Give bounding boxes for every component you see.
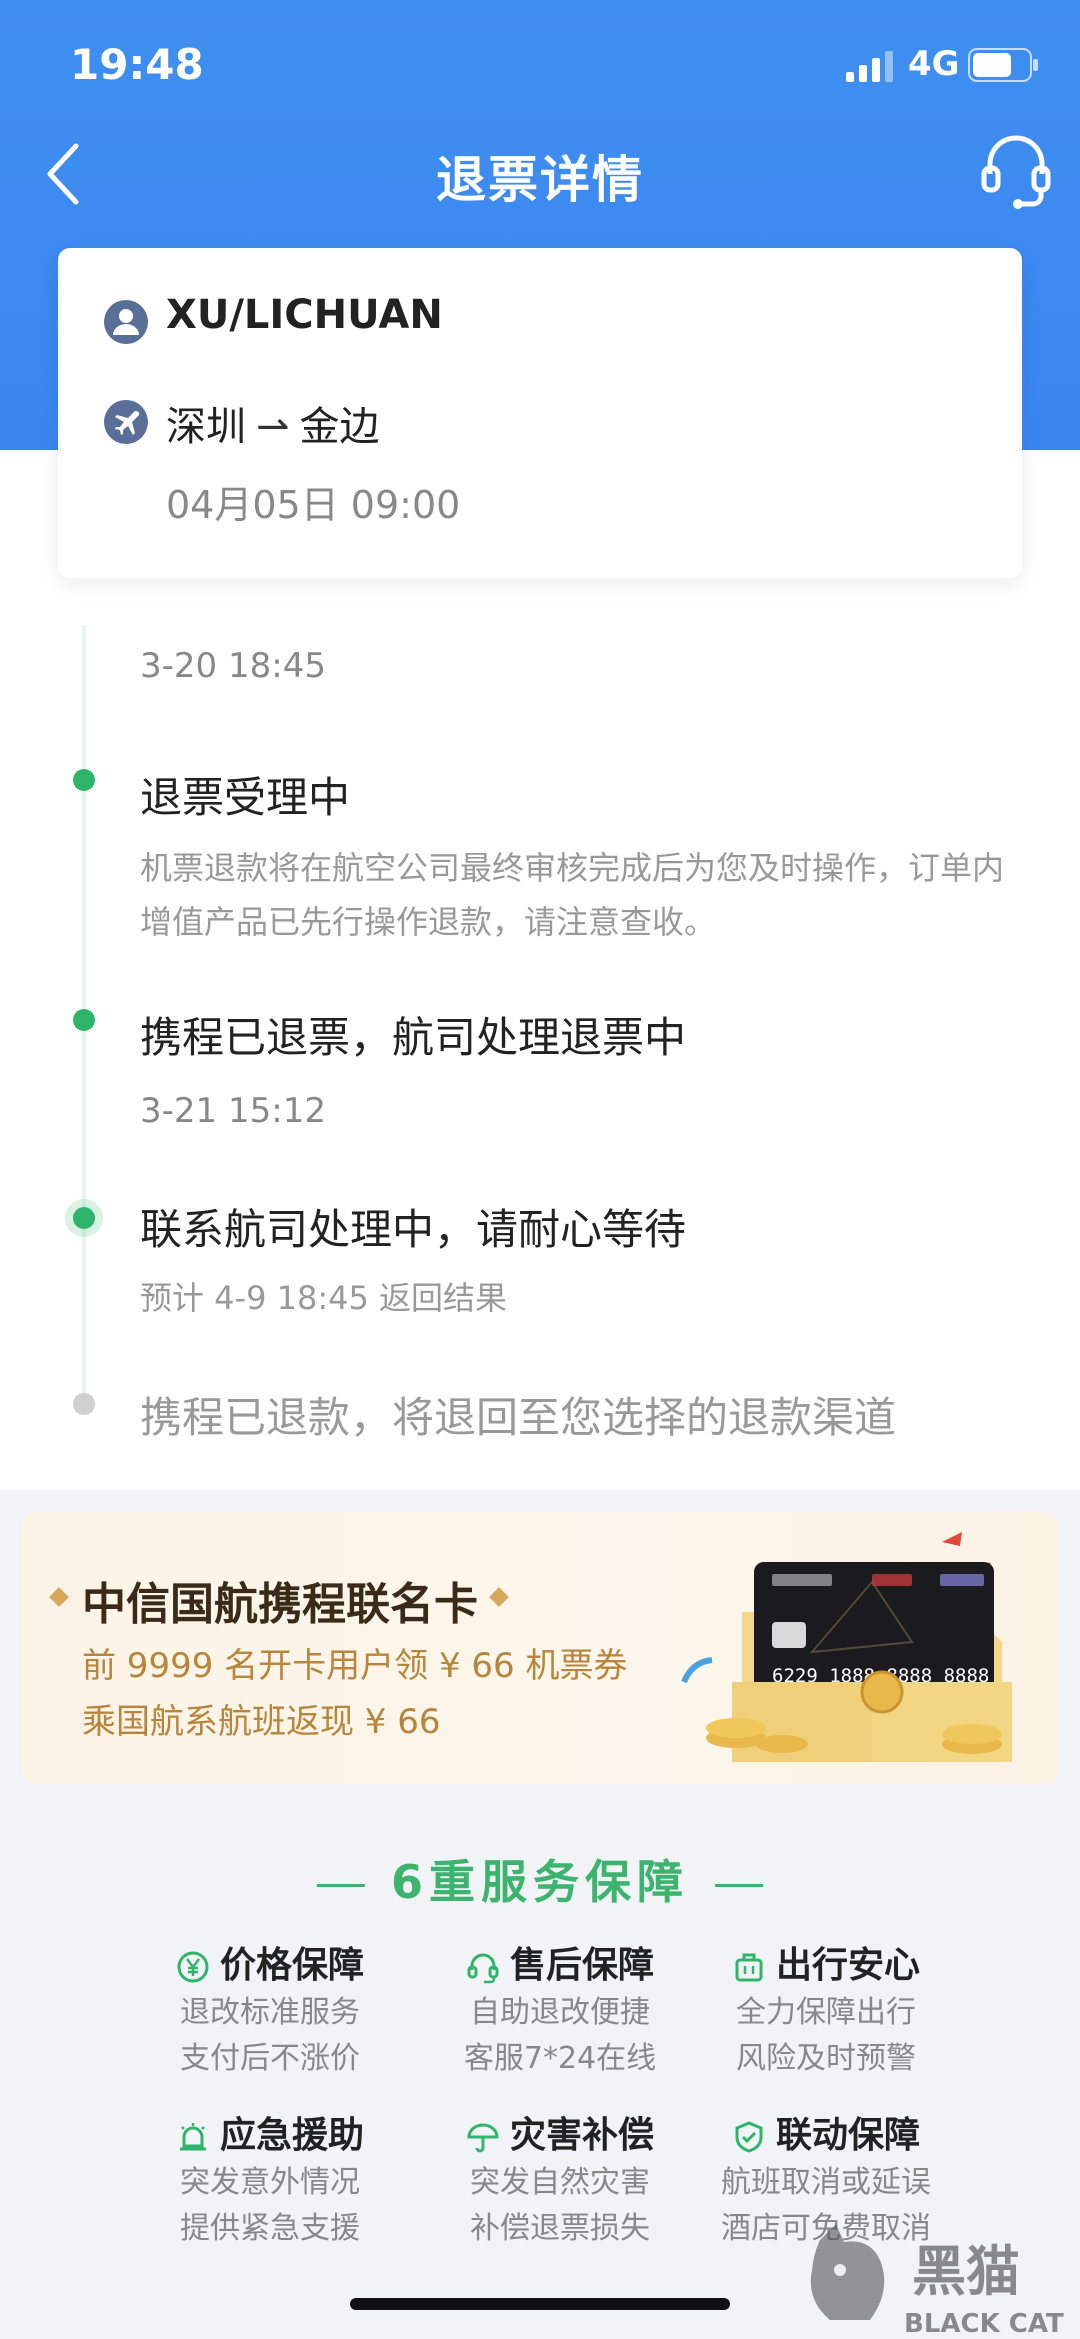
- service-emergency-aid: 应急援助 突发意外情况 提供紧急支援: [120, 2112, 420, 2252]
- flight-time: 04月05日 09:00: [166, 483, 461, 527]
- timeline-step: 携程已退款，将退回至您选择的退款渠道: [140, 1384, 896, 1445]
- services-title: 6重服务保障: [0, 1846, 1080, 1912]
- service-disaster-compensation: 灾害补偿 突发自然灾害 补偿退票损失: [410, 2112, 710, 2252]
- service-desc-2: 支付后不涨价: [180, 2041, 360, 2076]
- person-icon: [104, 300, 148, 344]
- promo-line-1: 前 9999 名开卡用户领 ¥ 66 机票券: [82, 1646, 628, 1686]
- service-head: 价格保障: [120, 1942, 420, 1990]
- customer-service-icon[interactable]: [980, 130, 1052, 214]
- credit-card-envelope-image: 6229 1888 8888 8888: [681, 1532, 1012, 1762]
- shield-check-icon: [735, 2121, 763, 2153]
- timeline-step-3-desc: 预计 4-9 18:45 返回结果: [140, 1279, 508, 1317]
- service-head: 应急援助: [120, 2112, 420, 2160]
- timeline-step-2-title: 携程已退票，航司处理退票中: [140, 1013, 687, 1062]
- home-indicator[interactable]: [350, 2298, 730, 2310]
- title-dash-right: [715, 1884, 763, 1887]
- nav-bar: 退票详情: [0, 120, 1080, 230]
- route-from: 深圳: [166, 404, 246, 450]
- airplane-icon: [104, 400, 148, 444]
- service-head: 灾害补偿: [410, 2112, 710, 2160]
- page-title: 退票详情: [436, 151, 644, 209]
- service-after-sales: 售后保障 自助退改便捷 客服7*24在线: [410, 1942, 710, 2082]
- luggage-icon: [735, 1953, 763, 1982]
- timeline-step-3-title: 联系航司处理中，请耐心等待: [140, 1205, 687, 1254]
- status-bar: 19:48 4G: [0, 0, 1080, 130]
- status-time: 19:48: [70, 40, 204, 89]
- network-type: 4G: [908, 44, 960, 84]
- timeline-background: [0, 450, 1080, 1490]
- signal-icon: [846, 51, 893, 82]
- watermark-en: BLACK CAT: [904, 2309, 1064, 2339]
- service-travel-safety: 出行安心 全力保障出行 风险及时预警: [676, 1942, 976, 2082]
- timeline-step: 携程已退票，航司处理退票中 3-21 15:12: [140, 1004, 686, 1131]
- headset-icon: [467, 1953, 499, 1984]
- watermark-cn: 黑猫: [912, 2240, 1020, 2303]
- black-cat-watermark-logo: 黑猫 BLACK CAT: [810, 2224, 1064, 2339]
- service-desc-1: 航班取消或延误: [721, 2165, 931, 2200]
- passenger-name: XU/LICHUAN: [166, 292, 443, 338]
- service-head: 联动保障: [676, 2112, 976, 2160]
- umbrella-icon: [467, 2123, 499, 2153]
- timeline-step-4-title: 携程已退款，将退回至您选择的退款渠道: [140, 1393, 897, 1442]
- service-desc-1: 退改标准服务: [180, 1995, 360, 2030]
- timeline-dot-done: [73, 1009, 95, 1031]
- decor-diamond: [489, 1587, 509, 1607]
- service-desc-2: 风险及时预警: [736, 2041, 916, 2076]
- service-head: 出行安心: [676, 1942, 976, 1990]
- service-name: 联动保障: [775, 2115, 920, 2156]
- timeline-step-0-timestamp: 3-20 18:45: [140, 646, 326, 686]
- service-desc-2: 客服7*24在线: [463, 2041, 657, 2076]
- service-desc-1: 突发意外情况: [180, 2165, 360, 2200]
- service-name: 售后保障: [509, 1945, 654, 1986]
- alarm-bell-icon: [179, 2123, 206, 2151]
- service-price-guarantee: 价格保障 退改标准服务 支付后不涨价: [120, 1942, 420, 2082]
- service-head: 售后保障: [410, 1942, 710, 1990]
- service-desc-2: 补偿退票损失: [470, 2211, 650, 2246]
- services-title-text: 6重服务保障: [390, 1855, 689, 1909]
- passenger-card: XU/LICHUAN 深圳 ⇀ 金边 04月05日 09:00: [58, 248, 1022, 578]
- service-desc-1: 自助退改便捷: [470, 1995, 650, 2030]
- timeline-step: 退票受理中 机票退款将在航空公司最终审核完成后为您及时操作，订单内增值产品已先行…: [140, 764, 1020, 949]
- service-desc-1: 突发自然灾害: [470, 2165, 650, 2200]
- timeline-dot-pending: [73, 1393, 95, 1415]
- timeline-dot-done: [73, 769, 95, 791]
- service-name: 价格保障: [219, 1945, 364, 1986]
- service-desc-2: 提供紧急支援: [180, 2211, 360, 2246]
- service-name: 出行安心: [775, 1945, 920, 1986]
- title-dash-left: [316, 1884, 365, 1887]
- timeline-step-1-desc: 机票退款将在航空公司最终审核完成后为您及时操作，订单内增值产品已先行操作退款，请…: [140, 849, 1005, 941]
- yen-circle-icon: [177, 1951, 209, 1983]
- timeline-dot-current: [73, 1207, 95, 1229]
- route-arrow-icon: ⇀: [256, 404, 290, 450]
- timeline-step-2-timestamp: 3-21 15:12: [140, 1091, 326, 1131]
- timeline-timestamp: 3-20 18:45: [140, 646, 326, 686]
- service-name: 应急援助: [219, 2115, 364, 2156]
- service-desc-1: 全力保障出行: [736, 1995, 916, 2030]
- timeline-step: 联系航司处理中，请耐心等待 预计 4-9 18:45 返回结果: [140, 1196, 1020, 1325]
- battery-icon: [968, 48, 1038, 82]
- co-brand-card-banner[interactable]: 中信国航携程联名卡 前 9999 名开卡用户领 ¥ 66 机票券 乘国航系航班返…: [22, 1512, 1058, 1784]
- service-name: 灾害补偿: [509, 2115, 654, 2156]
- flight-route: 深圳 ⇀ 金边: [166, 394, 380, 452]
- decor-diamond: [49, 1587, 69, 1607]
- promo-title: 中信国航携程联名卡: [82, 1579, 478, 1630]
- route-to: 金边: [299, 404, 380, 450]
- timeline-step-1-title: 退票受理中: [140, 773, 351, 822]
- promo-line-2: 乘国航系航班返现 ¥ 66: [82, 1702, 441, 1742]
